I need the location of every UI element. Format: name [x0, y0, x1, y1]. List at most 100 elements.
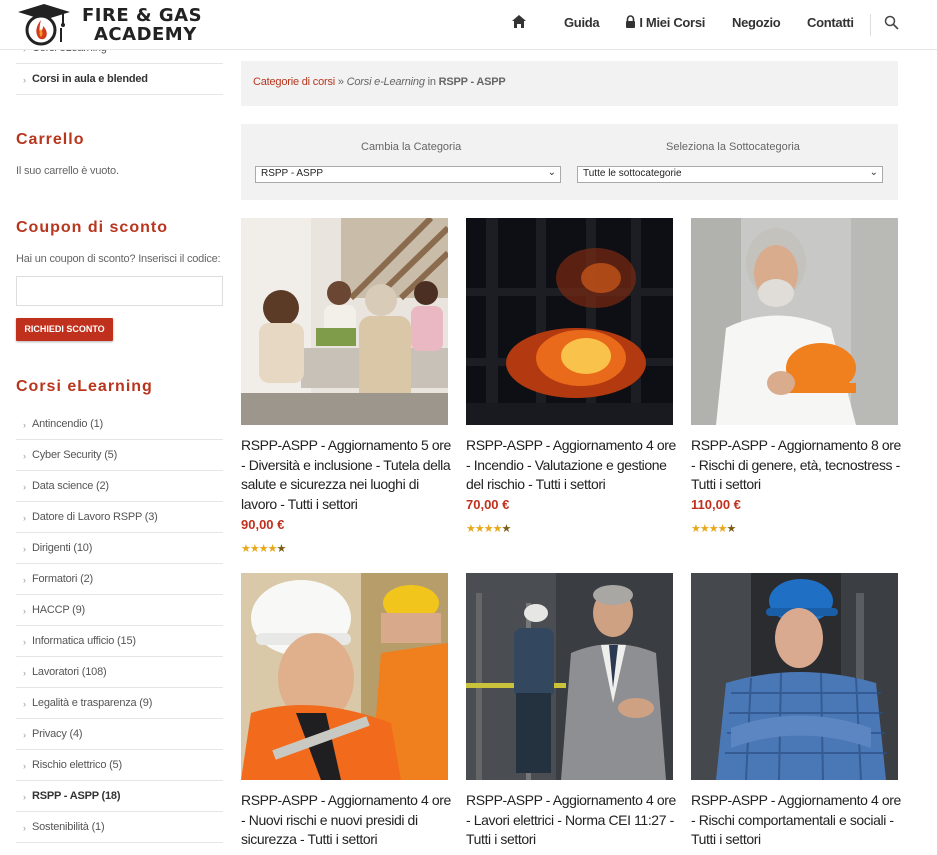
chevron-right-icon: ›: [23, 420, 26, 430]
nav-guida[interactable]: Guida: [564, 15, 600, 30]
logo-mark-icon: [18, 4, 70, 46]
chevron-right-icon: ›: [23, 761, 26, 771]
sidebar-item-label: Dirigenti (10): [32, 542, 93, 554]
chevron-right-icon: ›: [23, 699, 26, 709]
chevron-right-icon: ›: [23, 606, 26, 616]
chevron-right-icon: ›: [23, 544, 26, 554]
chevron-right-icon: ›: [23, 451, 26, 461]
nav-my-courses-label: I Miei Corsi: [639, 15, 706, 30]
logo-wordmark: FIRE & GAS ACADEMY: [82, 6, 202, 44]
chevron-right-icon: ›: [23, 75, 26, 85]
chevron-right-icon: ›: [23, 513, 26, 523]
lock-icon: [626, 15, 635, 28]
product-title[interactable]: RSPP-ASPP - Aggiornamento 4 ore - Nuovi …: [241, 791, 451, 850]
product-price: 70,00 €: [466, 497, 510, 512]
sidebar-item-label: Data science (2): [32, 480, 109, 492]
sidebar-item-data-science[interactable]: › Data science (2): [16, 471, 223, 502]
chevron-right-icon: ›: [23, 575, 26, 585]
product-price: 110,00 €: [691, 497, 741, 512]
nav-negozio-label: Negozio: [732, 15, 781, 30]
category-filter-panel: Cambia la Categoria Seleziona la Sottoca…: [241, 124, 898, 200]
sidebar-item-sostenibilita[interactable]: › Sostenibilità (1): [16, 812, 223, 843]
breadcrumb-category: RSPP - ASPP: [438, 76, 506, 88]
sidebar-item-lavoratori[interactable]: › Lavoratori (108): [16, 657, 223, 688]
sidebar-item-dirigenti[interactable]: › Dirigenti (10): [16, 533, 223, 564]
product-image[interactable]: [466, 218, 673, 425]
sidebar-item-datore-lavoro[interactable]: › Datore di Lavoro RSPP (3): [16, 502, 223, 533]
chevron-right-icon: ›: [23, 668, 26, 678]
sidebar-item-label: Privacy (4): [32, 728, 83, 740]
nav-contatti[interactable]: Contatti: [807, 15, 854, 30]
cart-empty-text: Il suo carrello è vuoto.: [16, 165, 119, 177]
chevron-right-icon: ›: [23, 637, 26, 647]
cart-title: Carrello: [16, 131, 85, 148]
product-title[interactable]: RSPP-ASPP - Aggiornamento 5 ore - Divers…: [241, 436, 451, 514]
site-logo[interactable]: FIRE & GAS ACADEMY: [16, 2, 206, 48]
category-select[interactable]: RSPP - ASPP ⌄: [255, 166, 561, 183]
subcategory-select-label: Seleziona la Sottocategoria: [666, 141, 800, 153]
sidebar-item-rspp-aspp[interactable]: › RSPP - ASPP (18): [16, 781, 223, 812]
nav-home[interactable]: [511, 14, 527, 32]
category-select-value: RSPP - ASPP: [261, 168, 324, 179]
product-title[interactable]: RSPP-ASPP - Aggiornamento 4 ore - Rischi…: [691, 791, 901, 850]
sidebar-item-antincendio[interactable]: › Antincendio (1): [16, 409, 223, 440]
subcategory-select-value: Tutte le sottocategorie: [583, 168, 682, 179]
product-rating-stars: ★★★★★: [691, 523, 736, 535]
sidebar-item-rischio-elettrico[interactable]: › Rischio elettrico (5): [16, 750, 223, 781]
product-price: 90,00 €: [241, 517, 285, 532]
product-image[interactable]: [466, 573, 673, 780]
category-select-label: Cambia la Categoria: [361, 141, 462, 153]
sidebar-item-label: Antincendio (1): [32, 418, 103, 430]
elearning-title: Corsi eLearning: [16, 378, 153, 395]
coupon-title: Coupon di sconto: [16, 219, 168, 236]
sidebar-item-corsi-in-aula[interactable]: › Corsi in aula e blended: [16, 64, 223, 95]
sidebar-item-label: Rischio elettrico (5): [32, 759, 122, 771]
nav-contatti-label: Contatti: [807, 15, 854, 30]
breadcrumb: Categorie di corsi » Corsi e-Learning in…: [241, 61, 898, 106]
nav-search[interactable]: [884, 15, 899, 33]
logo-line-1: FIRE & GAS: [82, 5, 203, 26]
sidebar-item-privacy[interactable]: › Privacy (4): [16, 719, 223, 750]
chevron-right-icon: ›: [23, 730, 26, 740]
coupon-text: Hai un coupon di sconto? Inserisci il co…: [16, 253, 221, 265]
sidebar-item-label: Cyber Security (5): [32, 449, 118, 461]
breadcrumb-in: in: [424, 76, 439, 88]
nav-my-courses[interactable]: I Miei Corsi: [625, 15, 705, 30]
product-image[interactable]: [241, 573, 448, 780]
sidebar-item-label: Legalità e trasparenza (9): [32, 697, 153, 709]
sidebar-item-cyber-security[interactable]: › Cyber Security (5): [16, 440, 223, 471]
sidebar-item-haccp[interactable]: › HACCP (9): [16, 595, 223, 626]
sidebar-item-label: Corsi in aula e blended: [32, 73, 148, 85]
sidebar-item-label: RSPP - ASPP (18): [32, 790, 121, 802]
home-icon: [512, 15, 526, 28]
breadcrumb-current: Corsi e-Learning: [346, 76, 425, 88]
product-image[interactable]: [241, 218, 448, 425]
apply-coupon-button[interactable]: RICHIEDI SCONTO: [16, 318, 113, 341]
product-image[interactable]: [691, 218, 898, 425]
coupon-code-input[interactable]: [16, 276, 223, 306]
nav-divider: [870, 14, 871, 36]
sidebar-item-formatori[interactable]: › Formatori (2): [16, 564, 223, 595]
sidebar-item-label: Formatori (2): [32, 573, 93, 585]
site-header: FIRE & GAS ACADEMY Guida I Miei Corsi Ne…: [0, 0, 937, 50]
product-title[interactable]: RSPP-ASPP - Aggiornamento 8 ore - Rischi…: [691, 436, 901, 495]
sidebar-item-label: HACCP (9): [32, 604, 86, 616]
chevron-down-icon: ⌄: [547, 167, 556, 178]
chevron-right-icon: ›: [23, 482, 26, 492]
subcategory-select[interactable]: Tutte le sottocategorie ⌄: [577, 166, 883, 183]
product-image[interactable]: [691, 573, 898, 780]
sidebar-item-label: Datore di Lavoro RSPP (3): [32, 511, 158, 523]
breadcrumb-link-categories[interactable]: Categorie di corsi: [253, 76, 335, 88]
sidebar-item-legalita[interactable]: › Legalità e trasparenza (9): [16, 688, 223, 719]
sidebar-item-informatica[interactable]: › Informatica ufficio (15): [16, 626, 223, 657]
sidebar-item-label: Informatica ufficio (15): [32, 635, 136, 647]
chevron-right-icon: ›: [23, 792, 26, 802]
chevron-down-icon: ⌄: [869, 167, 878, 178]
logo-line-2: ACADEMY: [94, 24, 197, 45]
nav-negozio[interactable]: Negozio: [732, 15, 781, 30]
sidebar-item-label: Lavoratori (108): [32, 666, 107, 678]
product-rating-stars: ★★★★★: [241, 543, 286, 555]
product-title[interactable]: RSPP-ASPP - Aggiornamento 4 ore - Lavori…: [466, 791, 676, 850]
breadcrumb-separator: »: [335, 76, 347, 88]
product-title[interactable]: RSPP-ASPP - Aggiornamento 4 ore - Incend…: [466, 436, 676, 495]
